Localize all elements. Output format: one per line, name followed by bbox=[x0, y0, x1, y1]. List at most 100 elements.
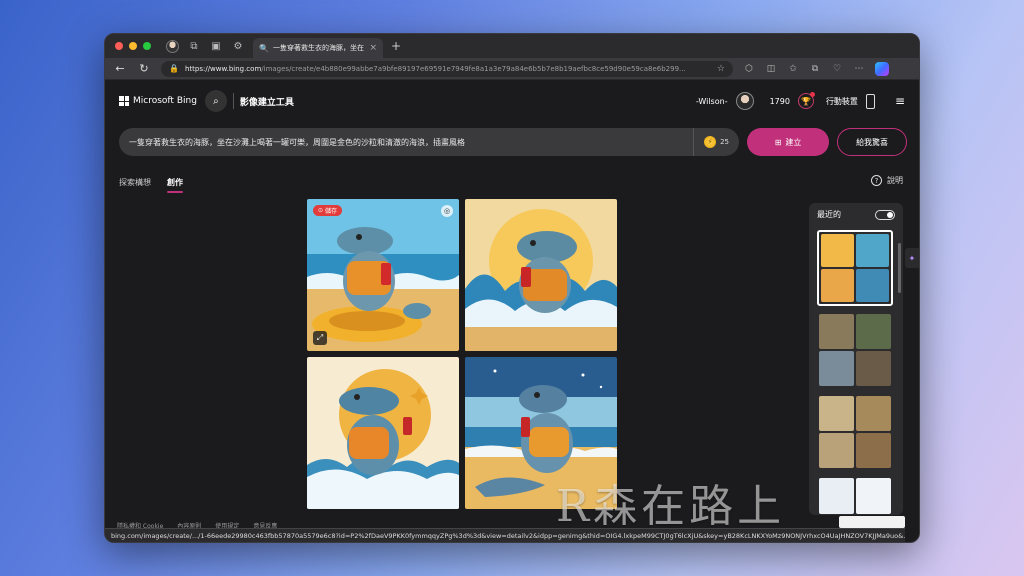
bing-search-icon: 🔍 bbox=[259, 43, 269, 53]
tab-creations[interactable]: 創作 bbox=[167, 177, 183, 193]
save-badge[interactable]: ⊙ 儲存 bbox=[313, 205, 343, 216]
tab-explore[interactable]: 探索構想 bbox=[119, 177, 151, 188]
maximize-window-button[interactable] bbox=[143, 42, 151, 50]
more-icon[interactable]: ⋯ bbox=[853, 64, 865, 74]
create-image-icon: ⊞ bbox=[774, 137, 782, 147]
recent-set-4[interactable] bbox=[817, 476, 893, 515]
recent-thumb bbox=[856, 314, 891, 349]
recent-scrollbar[interactable] bbox=[898, 243, 901, 293]
split-screen-icon[interactable]: ◫ bbox=[765, 64, 777, 74]
recent-thumb bbox=[856, 351, 891, 386]
recent-toggle[interactable] bbox=[875, 209, 895, 220]
brand-text: Microsoft Bing bbox=[133, 96, 197, 106]
coin-icon: ⚡ bbox=[704, 136, 717, 148]
profile-icon[interactable] bbox=[165, 39, 179, 53]
rewards-trophy-icon[interactable]: 🏆 bbox=[797, 92, 815, 109]
coin-count: 25 bbox=[720, 138, 729, 146]
tab-bar: ⧉ ▣ ⚙ 🔍 一隻穿著救生衣的海豚，坐在沙灘上 × + bbox=[105, 34, 919, 58]
sparkle-icon[interactable]: ✦ bbox=[905, 248, 919, 268]
recent-set-3[interactable] bbox=[817, 394, 893, 470]
phone-icon[interactable] bbox=[865, 93, 875, 109]
recent-panel: 最近的 bbox=[809, 203, 903, 515]
back-icon[interactable]: ← bbox=[113, 62, 127, 75]
generated-image-2[interactable] bbox=[465, 199, 617, 351]
recent-thumb bbox=[856, 234, 889, 267]
prompt-row: 一隻穿著救生衣的海豚，坐在沙灘上喝著一罐可樂，周圍是金色的沙粒和清澈的海浪，插畫… bbox=[119, 128, 907, 156]
recent-thumb bbox=[856, 478, 891, 514]
microsoft-bing-logo[interactable]: Microsoft Bing bbox=[119, 96, 197, 106]
avatar[interactable] bbox=[735, 92, 754, 110]
content-tabs: 探索構想 創作 bbox=[119, 177, 183, 193]
recent-thumb bbox=[819, 433, 854, 468]
workspaces-icon[interactable]: ⧉ bbox=[187, 39, 201, 53]
mobile-link[interactable]: 行動裝置 bbox=[826, 96, 858, 107]
recent-thumb bbox=[821, 269, 854, 302]
boost-coins[interactable]: ⚡ 25 bbox=[693, 128, 729, 156]
create-label: 建立 bbox=[785, 137, 802, 147]
microsoft-logo-icon bbox=[119, 96, 129, 106]
tab-title: 一隻穿著救生衣的海豚，坐在沙灘上 bbox=[273, 44, 364, 52]
tab-active[interactable]: 🔍 一隻穿著救生衣的海豚，坐在沙灘上 × bbox=[253, 38, 383, 58]
new-tab-button[interactable]: + bbox=[391, 39, 401, 53]
address-bar-row: ← ↻ 🔒 https://www.bing.com/images/create… bbox=[105, 58, 919, 80]
tab-close-icon[interactable]: × bbox=[369, 43, 377, 53]
dalle-icon: ◎ bbox=[441, 205, 453, 217]
watermark: R森在路上 bbox=[556, 481, 786, 532]
collections-icon[interactable]: ⧉ bbox=[809, 64, 821, 74]
recent-thumb bbox=[856, 269, 889, 302]
close-window-button[interactable] bbox=[115, 42, 123, 50]
hamburger-menu-icon[interactable]: ≡ bbox=[895, 94, 905, 108]
browser-window: ⧉ ▣ ⚙ 🔍 一隻穿著救生衣的海豚，坐在沙灘上 × + ← ↻ 🔒 https… bbox=[104, 33, 920, 543]
bing-header: Microsoft Bing ⌕ 影像建立工具 -Wilson- 1790 🏆 … bbox=[105, 80, 919, 122]
recent-thumb bbox=[819, 351, 854, 386]
tab-actions-icon[interactable]: ▣ bbox=[209, 39, 223, 53]
help-label: 說明 bbox=[887, 176, 903, 185]
surprise-label: 給我驚喜 bbox=[856, 137, 889, 147]
recent-title: 最近的 bbox=[817, 210, 841, 219]
footer-button[interactable] bbox=[839, 516, 905, 528]
recent-thumb bbox=[819, 314, 854, 349]
window-controls bbox=[115, 42, 151, 50]
generated-image-3[interactable] bbox=[307, 357, 459, 509]
refresh-icon[interactable]: ↻ bbox=[137, 62, 151, 75]
dolphin-image-2 bbox=[465, 199, 617, 351]
url-host: https://www.bing.com bbox=[184, 64, 262, 73]
extensions-icon[interactable]: ⬡ bbox=[743, 64, 755, 74]
notification-dot bbox=[809, 92, 815, 97]
recent-thumb bbox=[819, 478, 854, 514]
settings-icon[interactable]: ⚙ bbox=[231, 39, 245, 53]
help-link[interactable]: ? 說明 bbox=[871, 175, 903, 186]
username[interactable]: -Wilson- bbox=[696, 97, 728, 106]
prompt-input[interactable]: 一隻穿著救生衣的海豚，坐在沙灘上喝著一罐可樂，周圍是金色的沙粒和清澈的海浪，插畫… bbox=[119, 128, 739, 156]
recent-header: 最近的 bbox=[809, 203, 903, 226]
browser-essentials-icon[interactable]: ♡ bbox=[831, 64, 843, 74]
prompt-text: 一隻穿著救生衣的海豚，坐在沙灘上喝著一罐可樂，周圍是金色的沙粒和清澈的海浪，插畫… bbox=[129, 137, 465, 147]
url-path: /images/create/e4b880e99abbe7a9bfe89197e… bbox=[261, 64, 686, 73]
url-text: https://www.bing.com/images/create/e4b88… bbox=[185, 65, 711, 73]
generated-image-1[interactable]: ⊙ 儲存 ◎ ⤢ bbox=[307, 199, 459, 351]
recent-thumb bbox=[856, 433, 891, 468]
recent-set-2[interactable] bbox=[817, 312, 893, 388]
surprise-me-button[interactable]: 給我驚喜 bbox=[837, 128, 907, 156]
recent-thumb bbox=[819, 396, 854, 431]
dolphin-image-3 bbox=[307, 357, 459, 509]
copilot-icon[interactable] bbox=[875, 61, 889, 76]
dolphin-image-1 bbox=[307, 199, 459, 351]
save-label: 儲存 bbox=[325, 208, 338, 215]
recent-set-1[interactable] bbox=[817, 230, 893, 306]
favorites-icon[interactable]: ✩ bbox=[787, 64, 799, 74]
rewards-points[interactable]: 1790 bbox=[770, 97, 790, 106]
create-button[interactable]: ⊞ 建立 bbox=[747, 128, 830, 156]
recent-thumb bbox=[856, 396, 891, 431]
favorite-star-icon[interactable]: ☆ bbox=[717, 64, 725, 74]
page-title: 影像建立工具 bbox=[239, 97, 294, 108]
lock-icon[interactable]: 🔒 bbox=[169, 64, 179, 73]
url-field[interactable]: 🔒 https://www.bing.com/images/create/e4b… bbox=[161, 60, 733, 77]
search-icon[interactable]: ⌕ bbox=[204, 90, 227, 112]
image-grid: ⊙ 儲存 ◎ ⤢ bbox=[307, 199, 617, 509]
share-icon[interactable]: ⤢ bbox=[313, 331, 327, 345]
recent-thumb bbox=[821, 234, 854, 267]
minimize-window-button[interactable] bbox=[129, 42, 137, 50]
header-divider bbox=[232, 93, 234, 109]
header-right: -Wilson- 1790 🏆 行動裝置 ≡ bbox=[696, 80, 905, 122]
